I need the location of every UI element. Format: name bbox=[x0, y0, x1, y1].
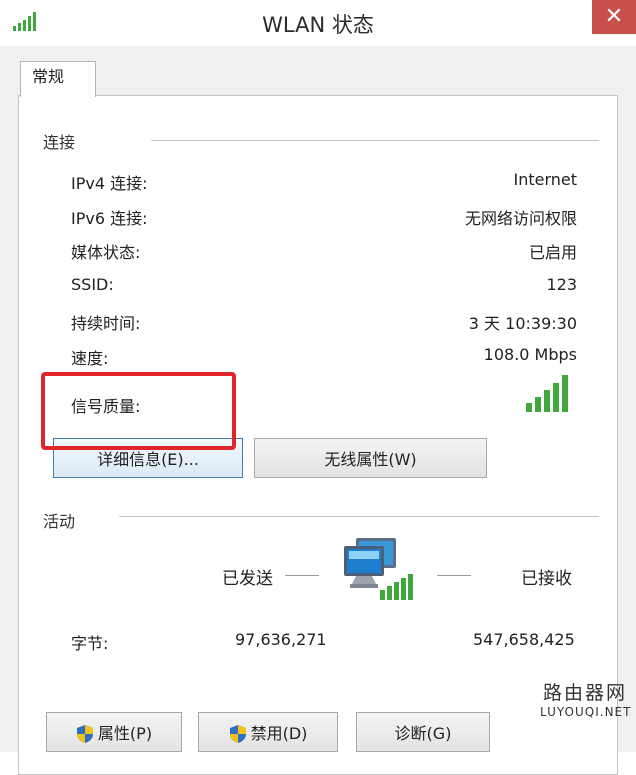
watermark: 路由器网 LUYOUQI.NET bbox=[540, 678, 630, 719]
diagnose-button[interactable]: 诊断(G) bbox=[356, 712, 490, 752]
window-title: WLAN 状态 bbox=[262, 13, 374, 37]
media-state-label: 媒体状态: bbox=[71, 243, 141, 262]
connection-group-label: 连接 bbox=[43, 129, 76, 153]
signal-strength-icon bbox=[526, 375, 568, 412]
media-state-value: 已启用 bbox=[528, 243, 577, 262]
watermark-en: LUYOUQI.NET bbox=[540, 705, 632, 719]
watermark-cn: 路由器网 bbox=[542, 682, 627, 704]
uac-shield-icon bbox=[229, 725, 246, 744]
duration-value: 3 天 10:39:30 bbox=[468, 314, 577, 333]
highlight-box bbox=[41, 372, 236, 450]
ssid-label: SSID: bbox=[71, 275, 114, 294]
close-button[interactable]: ✕ bbox=[592, 0, 636, 34]
speed-label: 速度: bbox=[71, 349, 109, 368]
network-computers-icon bbox=[344, 538, 413, 600]
received-line bbox=[437, 575, 471, 576]
disable-button-label: 禁用(D) bbox=[250, 723, 308, 743]
properties-button[interactable]: 属性(P) bbox=[46, 712, 182, 752]
uac-shield-icon bbox=[76, 725, 93, 744]
ipv4-label: IPv4 连接: bbox=[71, 174, 148, 193]
ipv6-label: IPv6 连接: bbox=[71, 209, 148, 228]
sent-label: 已发送 bbox=[222, 569, 273, 589]
activity-group-divider bbox=[119, 516, 599, 517]
bytes-sent-value: 97,636,271 bbox=[235, 630, 327, 649]
wireless-properties-button[interactable]: 无线属性(W) bbox=[254, 438, 487, 478]
received-label: 已接收 bbox=[521, 569, 572, 589]
bytes-label: 字节: bbox=[71, 634, 109, 653]
ipv6-value: 无网络访问权限 bbox=[464, 209, 577, 228]
bytes-received-value: 547,658,425 bbox=[473, 630, 575, 649]
disable-button[interactable]: 禁用(D) bbox=[198, 712, 338, 752]
properties-button-label: 属性(P) bbox=[97, 723, 153, 743]
speed-value: 108.0 Mbps bbox=[483, 345, 577, 364]
activity-group-label: 活动 bbox=[43, 508, 76, 532]
ssid-value: 123 bbox=[546, 275, 577, 294]
sent-line bbox=[285, 575, 319, 576]
duration-label: 持续时间: bbox=[71, 314, 141, 333]
connection-group-divider bbox=[151, 140, 599, 141]
title-bar: WLAN 状态 ✕ bbox=[0, 0, 636, 46]
tab-general[interactable]: 常规 bbox=[20, 61, 96, 97]
ipv4-value: Internet bbox=[513, 170, 577, 189]
